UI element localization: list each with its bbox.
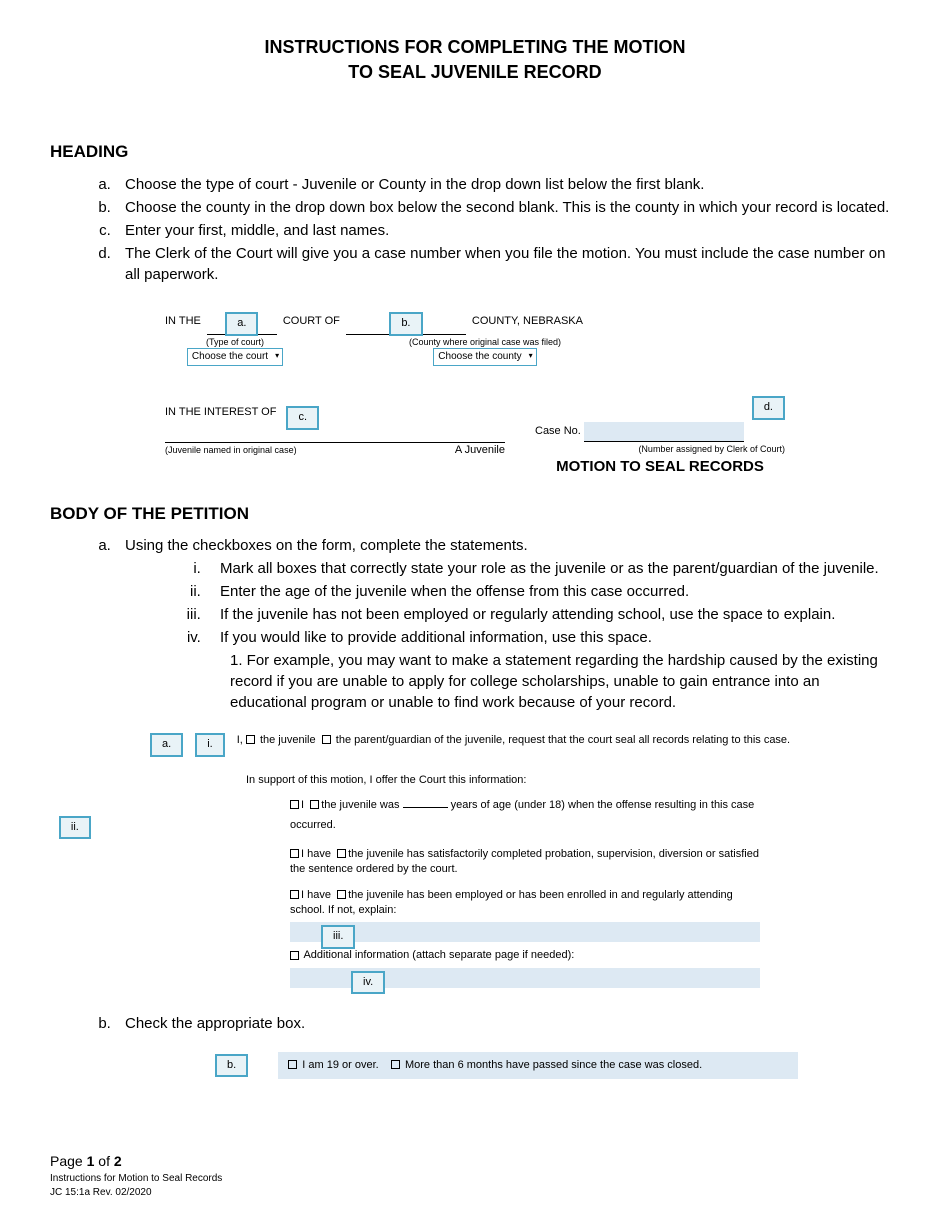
opt-juvenile: the juvenile [260, 734, 316, 746]
callout-d: d. [752, 396, 785, 419]
county-ne-label: COUNTY, NEBRASKA [472, 314, 583, 329]
num-assigned-sublabel: (Number assigned by Clerk of Court) [535, 443, 785, 456]
l2b: the juvenile was [321, 799, 399, 811]
body-section-title: BODY OF THE PETITION [50, 502, 900, 526]
type-of-court-sublabel: (Type of court) [165, 336, 305, 349]
body-item-iii: If the juvenile has not been employed or… [205, 604, 900, 625]
checkbox-ihave-emp[interactable] [290, 890, 299, 899]
opt-guardian: the parent/guardian of the juvenile [336, 734, 502, 746]
form-example-body: a. i. I, the juvenile the parent/guardia… [150, 733, 830, 988]
form-example-checkbox: I am 19 or over. More than 6 months have… [278, 1052, 798, 1079]
checkbox-juv-age[interactable] [310, 800, 319, 809]
juvenile-named-sublabel: (Juvenile named in original case) [165, 444, 297, 458]
callout-a: a. [225, 312, 258, 335]
court-of-label: COURT OF [283, 314, 340, 329]
checkbox-guardian[interactable] [322, 735, 331, 744]
l3a: I have [301, 848, 331, 860]
callout-iv: iv. [351, 971, 385, 994]
body-item-i: Mark all boxes that correctly state your… [205, 558, 900, 579]
page-mid: of [94, 1153, 113, 1169]
body-item-a: Using the checkboxes on the form, comple… [115, 535, 900, 713]
callout-b: b. [389, 312, 422, 335]
body-item-iv: If you would like to provide additional … [205, 627, 900, 648]
support-line: In support of this motion, I offer the C… [246, 773, 830, 788]
l2a: I [301, 799, 304, 811]
opt-6months: More than 6 months have passed since the… [405, 1059, 702, 1071]
footer-line3: JC 15:1a Rev. 02/2020 [50, 1187, 152, 1198]
form-example-heading: IN THE a. COURT OF b. COUNTY, NEBRASKA (… [165, 310, 785, 476]
checkbox-juvenile[interactable] [246, 735, 255, 744]
callout-c: c. [286, 406, 319, 429]
in-the-label: IN THE [165, 314, 201, 329]
body-item-ii: Enter the age of the juvenile when the o… [205, 581, 900, 602]
line1-post: , request that the court seal all record… [502, 734, 790, 746]
case-no-label: Case No. [535, 425, 581, 437]
callout-iii: iii. [321, 925, 355, 948]
body-item-b: Check the appropriate box. [115, 1013, 900, 1034]
in-interest-label: IN THE INTEREST OF [165, 405, 276, 420]
additional-info-label: Additional information (attach separate … [303, 949, 574, 961]
body-list-2: Check the appropriate box. [50, 1013, 900, 1034]
line1-pre: I, [237, 734, 243, 746]
heading-section-title: HEADING [50, 140, 900, 164]
callout-body-a: a. [150, 733, 183, 756]
l3b: the juvenile has [348, 848, 424, 860]
heading-item-c: Enter your first, middle, and last names… [115, 220, 900, 241]
age-blank[interactable] [403, 807, 448, 808]
checkbox-6months[interactable] [391, 1060, 400, 1069]
body-example: 1. For example, you may want to make a s… [125, 650, 900, 713]
checkbox-i-age[interactable] [290, 800, 299, 809]
checkbox-ihave-prob[interactable] [290, 849, 299, 858]
checkbox-juvhas-emp[interactable] [337, 890, 346, 899]
l4b: the juvenile has [348, 889, 424, 901]
heading-item-a: Choose the type of court - Juvenile or C… [115, 174, 900, 195]
heading-list: Choose the type of court - Juvenile or C… [50, 174, 900, 285]
checkbox-19over[interactable] [288, 1060, 297, 1069]
callout-ii: ii. [59, 816, 91, 839]
a-juvenile-label: A Juvenile [455, 443, 505, 458]
choose-county-dropdown[interactable]: Choose the county [433, 348, 536, 366]
footer-line2: Instructions for Motion to Seal Records [50, 1173, 222, 1184]
choose-court-dropdown[interactable]: Choose the court [187, 348, 283, 366]
county-filed-sublabel: (County where original case was filed) [365, 336, 605, 349]
checkbox-juvhas-prob[interactable] [337, 849, 346, 858]
callout-body-i: i. [195, 733, 225, 756]
body-list: Using the checkboxes on the form, comple… [50, 535, 900, 713]
motion-title: MOTION TO SEAL RECORDS [535, 456, 785, 477]
page-total: 2 [114, 1153, 122, 1169]
opt-19over: I am 19 or over. [302, 1059, 378, 1071]
page-pre: Page [50, 1153, 87, 1169]
heading-item-b: Choose the county in the drop down box b… [115, 197, 900, 218]
l4a: I have [301, 889, 331, 901]
heading-item-d: The Clerk of the Court will give you a c… [115, 243, 900, 285]
checkbox-additional[interactable] [290, 951, 299, 960]
document-title: INSTRUCTIONS FOR COMPLETING THE MOTION T… [50, 35, 900, 85]
case-no-field[interactable] [584, 422, 744, 442]
callout-body-b: b. [215, 1054, 248, 1077]
page-footer: Page 1 of 2 Instructions for Motion to S… [50, 1152, 222, 1200]
